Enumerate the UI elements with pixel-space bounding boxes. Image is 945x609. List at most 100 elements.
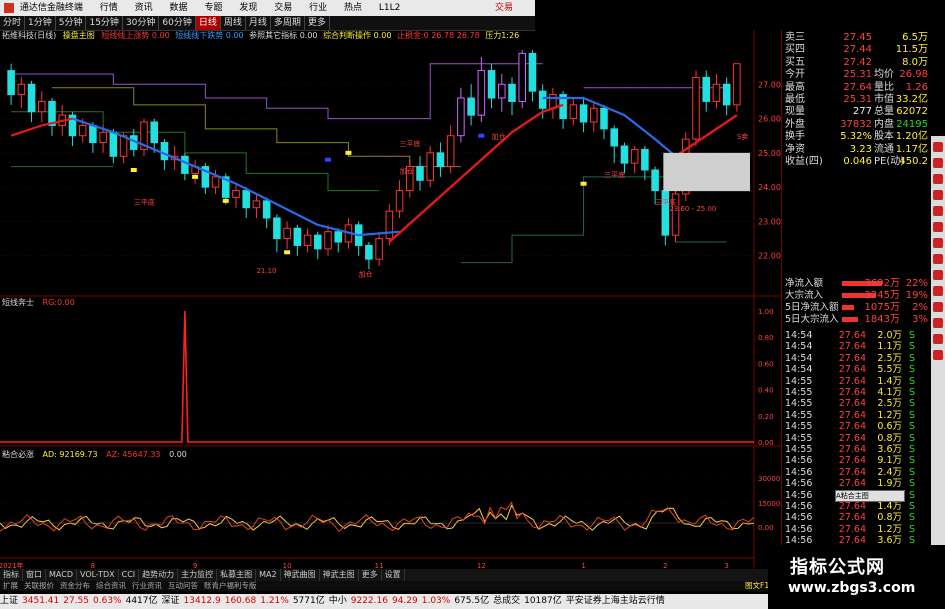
info-tab[interactable]: 扩展 [0,581,21,590]
low-indicator-name[interactable]: 粘合必涨 [2,450,34,459]
indicator-tab[interactable]: VOL-TDX [77,569,119,581]
indicator-tab[interactable]: 窗口 [23,569,46,581]
candle-body [416,166,424,181]
tick-row[interactable]: 14:55 27.64 1.4万 S [782,376,932,387]
tick-row[interactable]: 14:54 27.64 5.5万 S [782,364,932,375]
period-15min[interactable]: 15分钟 [86,16,123,30]
period-1min[interactable]: 1分钟 [25,16,56,30]
y-tick-label-low: 0.00 [758,524,774,532]
indicator-tab[interactable]: 神武主图 [320,569,359,581]
chart-icon[interactable] [933,190,943,200]
info-tab[interactable]: 关联报价 [21,581,57,590]
menu-item-zhuanti[interactable]: 专题 [204,3,222,13]
period-5min[interactable]: 5分钟 [56,16,87,30]
info-tab[interactable]: 综合资讯 [93,581,129,590]
indicator-tab[interactable]: 私募主图 [217,569,257,581]
mid-indicator-name[interactable]: 短线奔士 [2,298,34,307]
period-multi[interactable]: 多周期 [271,16,305,30]
period-60min[interactable]: 60分钟 [159,16,196,30]
range-box [663,152,750,192]
calc-icon[interactable] [933,318,943,328]
alert-icon[interactable] [933,238,943,248]
f10-icon[interactable] [933,174,943,184]
tool-icon[interactable] [933,254,943,264]
tick-row[interactable]: 14:55 27.64 3.6万 S [782,444,932,455]
indicator-tab[interactable]: 神武曲图 [281,569,320,581]
indicator-tab[interactable]: 主力监控 [178,569,218,581]
kline-chart[interactable]: 27.00 26.00 25.00 24.00 23.00 22.00 23.60 - 25… [0,30,781,569]
rank-icon[interactable] [933,206,943,216]
info-tab[interactable]: 账青户福利专版 [201,581,260,590]
period-monthly[interactable]: 月线 [246,16,271,30]
period-daily[interactable]: 日线 [195,16,221,30]
tick-price: 27.64 [838,375,866,387]
list-icon[interactable] [933,286,943,296]
tick-row[interactable]: 14:55 27.64 0.8万 S [782,433,932,444]
quote-value: 3.23 [849,143,872,155]
tick-side: S [909,421,916,433]
tick-row[interactable]: 14:54 27.64 1.1万 S [782,341,932,352]
menu-item-redian[interactable]: 热点 [344,3,362,13]
tick-row[interactable]: 14:54 27.64 2.0万 S [782,330,932,341]
menu-item-jiaoyi[interactable]: 交易 [274,3,292,13]
blue-ma-1 [72,117,400,237]
x-tick-label: 1 [581,562,585,569]
period-weekly[interactable]: 周线 [221,16,246,30]
info-tab[interactable]: 互动问答 [165,581,201,590]
info-tab[interactable]: 行业资讯 [129,581,165,590]
menu-item-zixun[interactable]: 资讯 [135,3,153,13]
candle-body [252,200,261,209]
help-icon[interactable] [933,334,943,344]
watch-icon[interactable] [933,222,943,232]
indicator-tab[interactable]: CCI [119,569,140,581]
flow-row: 大宗流入 3245万 19% [782,290,932,301]
flow-label: 大宗流入 [785,290,824,301]
tick-row[interactable]: 14:55 27.64 2.5万 S [782,398,932,409]
menu-item-hq[interactable]: 行情 [100,3,118,13]
grid-icon[interactable] [933,302,943,312]
indicator-tab[interactable]: 设置 [382,569,405,581]
tick-row[interactable]: 14:55 27.64 0.6万 S [782,421,932,432]
quote-value-2: 1.17亿 [895,143,928,155]
candle-body [477,70,486,116]
candle-body [27,83,36,113]
tick-row[interactable]: 14:55 27.64 4.1万 S [782,387,932,398]
tick-row[interactable]: 14:54 27.64 2.5万 S [782,353,932,364]
tick-price: 27.64 [838,501,866,512]
indicator-tab[interactable]: 更多 [359,569,382,581]
menu-item-hangye[interactable]: 行业 [309,3,327,13]
info-icon[interactable] [933,270,943,280]
indicator-tab[interactable]: MA2 [256,569,281,581]
menu-item-faxian[interactable]: 发现 [239,3,257,13]
period-more[interactable]: 更多 [305,16,330,30]
period-fenshi[interactable]: 分时 [0,16,26,30]
quote-label-2: 总量 [874,106,894,118]
tick-row[interactable]: 14:56 27.64 9.1万 S [782,455,932,466]
tick-row[interactable]: 14:56 27.64 1.4万 S [782,501,932,512]
candle-body [119,135,128,157]
candle-body [242,190,250,209]
tick-volume: 2.5万 [877,352,902,364]
tick-row[interactable]: 14:56 27.64 1.2万 S [782,524,932,535]
signal-marker [478,133,485,138]
news-icon[interactable] [933,158,943,168]
indicator-tab[interactable]: 指标 [0,569,23,581]
period-30min[interactable]: 30分钟 [123,16,160,30]
tick-row[interactable]: 14:56 27.64 2.4万 S [782,467,932,478]
menu-item-l1l2[interactable]: L1L2 [379,3,400,13]
info-tab[interactable]: 资金分布 [57,581,93,590]
indicator-tab[interactable]: 趋势动力 [139,569,179,581]
trade-icon[interactable] [933,142,943,152]
status-item: 3451.41 [22,596,60,606]
indicator-tab[interactable]: MACD [46,569,77,581]
tick-row[interactable]: 14:55 27.64 1.2万 S [782,410,932,421]
tick-row[interactable]: 14:56 27.64 0.8万 S [782,512,932,523]
tick-time: 14:55 [785,387,813,398]
quote-row: 卖三 27.45 6.5万 [782,32,932,43]
tick-row[interactable]: 14:56 27.64 1.9万 S [782,478,932,489]
more-icon[interactable] [933,350,943,360]
menu-item-shuju[interactable]: 数据 [170,3,188,13]
status-item: 27.55 [63,596,89,606]
indicator-popup[interactable]: A粘合主图 [835,490,905,502]
trade-button[interactable]: 交易 [495,0,513,16]
